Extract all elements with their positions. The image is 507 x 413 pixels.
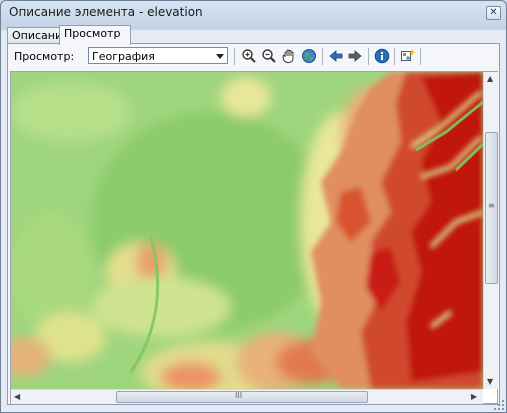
- zoom-in-icon[interactable]: [241, 48, 257, 64]
- scroll-down-icon[interactable]: ▼: [487, 377, 493, 386]
- globe-icon[interactable]: [301, 48, 317, 64]
- create-thumbnail-icon[interactable]: [400, 48, 416, 64]
- toolbar-separator: [368, 48, 369, 65]
- title-bar: Описание элемента - elevation ✕: [1, 1, 506, 23]
- scroll-grip-icon: III: [235, 391, 243, 400]
- tab-preview[interactable]: Просмотр: [59, 25, 131, 45]
- toolbar-separator: [394, 48, 395, 65]
- toolbar-separator: [234, 48, 235, 65]
- toolbar-separator: [420, 48, 421, 65]
- view-label: Просмотр:: [14, 50, 75, 63]
- view-select-value: География: [92, 50, 155, 63]
- preview-frame: ▲ ≡ ▼ ◀ III ▶: [10, 71, 498, 404]
- scroll-grip-icon: ≡: [488, 201, 495, 210]
- toolbar: Просмотр: География: [8, 44, 499, 70]
- view-select[interactable]: География: [88, 47, 228, 64]
- close-button[interactable]: ✕: [486, 6, 501, 20]
- scroll-up-icon[interactable]: ▲: [487, 74, 493, 83]
- scroll-left-icon[interactable]: ◀: [14, 392, 20, 401]
- horizontal-scroll-thumb[interactable]: III: [116, 391, 368, 403]
- preview-panel: Просмотр: География ▲ ≡ ▼ ◀ III ▶: [7, 43, 500, 405]
- resize-grip-icon[interactable]: [493, 399, 505, 411]
- window-title: Описание элемента - elevation: [9, 5, 203, 19]
- scroll-right-icon[interactable]: ▶: [471, 392, 477, 401]
- chevron-down-icon: [216, 54, 224, 59]
- vertical-scroll-thumb[interactable]: ≡: [485, 132, 498, 284]
- elevation-map[interactable]: [11, 72, 483, 389]
- back-arrow-icon[interactable]: [328, 48, 344, 64]
- vertical-scrollbar[interactable]: ▲ ≡ ▼: [483, 72, 498, 389]
- pan-hand-icon[interactable]: [281, 48, 297, 64]
- zoom-out-icon[interactable]: [261, 48, 277, 64]
- horizontal-scrollbar[interactable]: ◀ III ▶: [11, 389, 483, 404]
- toolbar-separator: [322, 48, 323, 65]
- dialog-window: Описание элемента - elevation ✕ Описание…: [0, 0, 507, 413]
- info-icon[interactable]: [374, 48, 390, 64]
- forward-arrow-icon[interactable]: [347, 48, 363, 64]
- elevation-map-image: [11, 72, 483, 389]
